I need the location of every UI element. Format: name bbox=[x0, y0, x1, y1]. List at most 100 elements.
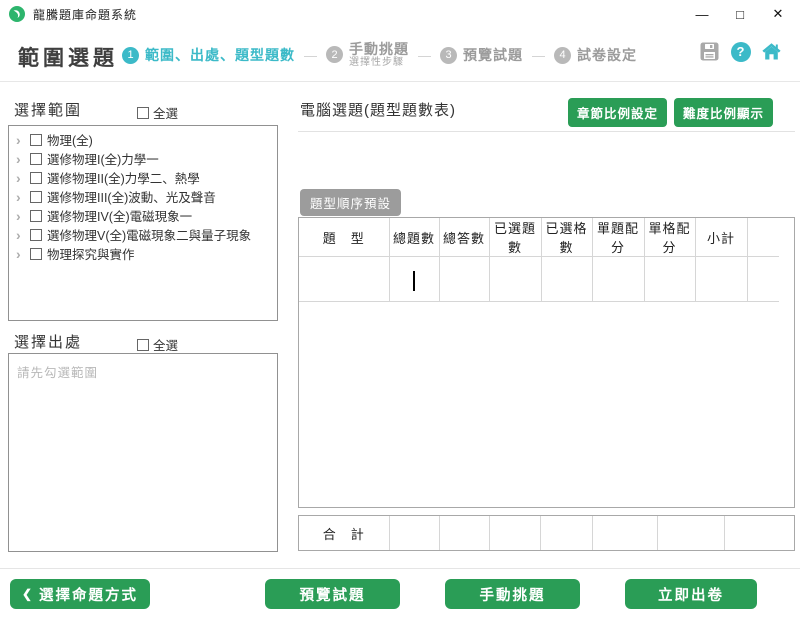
col-question-type: 題 型 bbox=[299, 218, 389, 257]
tree-item[interactable]: › 選修物理V(全)電磁現象二與量子現象 bbox=[9, 225, 277, 244]
step-3: 3 預覽試題 bbox=[440, 45, 523, 65]
question-type-table: 題 型 總題數 總答數 已選題數 已選格數 單題配分 單格配分 小計 bbox=[299, 218, 779, 302]
source-select-all-checkbox[interactable] bbox=[137, 339, 149, 351]
col-blank bbox=[747, 218, 779, 257]
computer-selection-title: 電腦選題(題型題數表) bbox=[300, 99, 456, 120]
source-section-title: 選擇出處 bbox=[14, 331, 82, 352]
titlebar: 龍騰題庫命題系統 — □ ✕ bbox=[0, 0, 800, 28]
step-2: 2 手動挑題 選擇性步驟 bbox=[326, 42, 409, 68]
tree-item[interactable]: › 物理探究與實作 bbox=[9, 244, 277, 263]
total-cell bbox=[592, 516, 657, 550]
total-cell bbox=[489, 516, 540, 550]
step-dash: — bbox=[304, 48, 317, 63]
checkbox[interactable] bbox=[30, 210, 42, 222]
range-select-all[interactable]: 全選 bbox=[137, 103, 178, 122]
step-3-label: 預覽試題 bbox=[463, 45, 523, 65]
tree-item[interactable]: › 物理(全) bbox=[9, 130, 277, 149]
table-cell[interactable] bbox=[747, 257, 779, 302]
question-type-table-container: 題 型 總題數 總答數 已選題數 已選格數 單題配分 單格配分 小計 bbox=[298, 217, 795, 508]
app-logo-icon bbox=[9, 6, 25, 22]
col-total-answers: 總答數 bbox=[439, 218, 489, 257]
table-cell[interactable] bbox=[489, 257, 541, 302]
generate-paper-button[interactable]: 立即出卷 bbox=[625, 579, 757, 609]
header: 範圍選題 1 範圍、出處、題型題數 — 2 手動挑題 選擇性步驟 — 3 預覽試… bbox=[0, 28, 800, 82]
range-select-all-checkbox[interactable] bbox=[137, 107, 149, 119]
help-icon[interactable]: ? bbox=[730, 41, 751, 62]
table-cell-focused[interactable] bbox=[389, 257, 439, 302]
total-cell bbox=[540, 516, 592, 550]
home-icon[interactable] bbox=[761, 41, 782, 62]
table-cell[interactable] bbox=[541, 257, 592, 302]
checkbox[interactable] bbox=[30, 229, 42, 241]
chevron-right-icon[interactable]: › bbox=[16, 171, 25, 185]
page-title: 範圍選題 bbox=[18, 42, 118, 72]
chevron-right-icon[interactable]: › bbox=[16, 133, 25, 147]
tree-item[interactable]: › 選修物理I(全)力學一 bbox=[9, 149, 277, 168]
total-cell bbox=[724, 516, 794, 550]
checkbox[interactable] bbox=[30, 153, 42, 165]
table-cell[interactable] bbox=[644, 257, 695, 302]
total-cell bbox=[439, 516, 489, 550]
source-select-all-label: 全選 bbox=[153, 335, 178, 354]
window-title: 龍騰題庫命題系統 bbox=[33, 6, 137, 23]
checkbox[interactable] bbox=[30, 172, 42, 184]
tree-item[interactable]: › 選修物理III(全)波動、光及聲音 bbox=[9, 187, 277, 206]
range-section-title: 選擇範圍 bbox=[14, 99, 82, 120]
table-row bbox=[299, 257, 779, 302]
total-cell bbox=[657, 516, 724, 550]
step-4: 4 試卷設定 bbox=[554, 45, 637, 65]
right-panel-divider bbox=[298, 131, 795, 132]
source-select-all[interactable]: 全選 bbox=[137, 335, 178, 354]
chevron-right-icon[interactable]: › bbox=[16, 209, 25, 223]
back-to-method-button[interactable]: ❮ 選擇命題方式 bbox=[10, 579, 150, 609]
checkbox[interactable] bbox=[30, 191, 42, 203]
table-cell[interactable] bbox=[299, 257, 389, 302]
text-cursor bbox=[413, 271, 415, 291]
step-2-number: 2 bbox=[326, 46, 343, 63]
manual-pick-button[interactable]: 手動挑題 bbox=[445, 579, 580, 609]
range-select-all-label: 全選 bbox=[153, 103, 178, 122]
step-2-label: 手動挑題 bbox=[349, 42, 409, 57]
tree-item-label: 選修物理V(全)電磁現象二與量子現象 bbox=[47, 225, 251, 244]
col-total-questions: 總題數 bbox=[389, 218, 439, 257]
chevron-left-icon: ❮ bbox=[22, 587, 34, 601]
chapter-ratio-button[interactable]: 章節比例設定 bbox=[568, 98, 667, 127]
chevron-right-icon[interactable]: › bbox=[16, 152, 25, 166]
tree-item[interactable]: › 選修物理IV(全)電磁現象一 bbox=[9, 206, 277, 225]
step-4-number: 4 bbox=[554, 47, 571, 64]
stepper: 1 範圍、出處、題型題數 — 2 手動挑題 選擇性步驟 — 3 預覽試題 — 4… bbox=[122, 28, 637, 82]
close-button[interactable]: ✕ bbox=[764, 2, 792, 26]
chevron-right-icon[interactable]: › bbox=[16, 190, 25, 204]
step-1-label: 範圍、出處、題型題數 bbox=[145, 45, 295, 65]
col-points-per-question: 單題配分 bbox=[592, 218, 644, 257]
step-dash: — bbox=[532, 48, 545, 63]
col-subtotal: 小計 bbox=[695, 218, 747, 257]
step-dash: — bbox=[418, 48, 431, 63]
save-icon[interactable] bbox=[699, 41, 720, 62]
table-header-row: 題 型 總題數 總答數 已選題數 已選格數 單題配分 單格配分 小計 bbox=[299, 218, 779, 257]
source-placeholder: 請先勾選範圍 bbox=[9, 354, 277, 389]
tree-item[interactable]: › 選修物理II(全)力學二、熱學 bbox=[9, 168, 277, 187]
total-cell bbox=[389, 516, 439, 550]
table-cell[interactable] bbox=[592, 257, 644, 302]
table-cell[interactable] bbox=[439, 257, 489, 302]
checkbox[interactable] bbox=[30, 248, 42, 260]
chevron-right-icon[interactable]: › bbox=[16, 228, 25, 242]
checkbox[interactable] bbox=[30, 134, 42, 146]
preview-questions-button[interactable]: 預覽試題 bbox=[265, 579, 400, 609]
total-table: 合 計 bbox=[299, 516, 794, 550]
question-order-badge[interactable]: 題型順序預設 bbox=[300, 189, 401, 216]
tree-item-label: 選修物理III(全)波動、光及聲音 bbox=[47, 187, 216, 206]
col-selected-questions: 已選題數 bbox=[489, 218, 541, 257]
tree-item-label: 選修物理IV(全)電磁現象一 bbox=[47, 206, 192, 225]
chevron-right-icon[interactable]: › bbox=[16, 247, 25, 261]
tree-item-label: 選修物理I(全)力學一 bbox=[47, 149, 159, 168]
maximize-button[interactable]: □ bbox=[726, 2, 754, 26]
minimize-button[interactable]: — bbox=[688, 2, 716, 26]
table-cell[interactable] bbox=[695, 257, 747, 302]
difficulty-ratio-button[interactable]: 難度比例顯示 bbox=[674, 98, 773, 127]
source-list-box[interactable]: 請先勾選範圍 bbox=[8, 353, 278, 552]
tree-item-label: 選修物理II(全)力學二、熱學 bbox=[47, 168, 200, 187]
step-2-sublabel: 選擇性步驟 bbox=[349, 57, 409, 68]
total-row: 合 計 bbox=[299, 516, 794, 550]
